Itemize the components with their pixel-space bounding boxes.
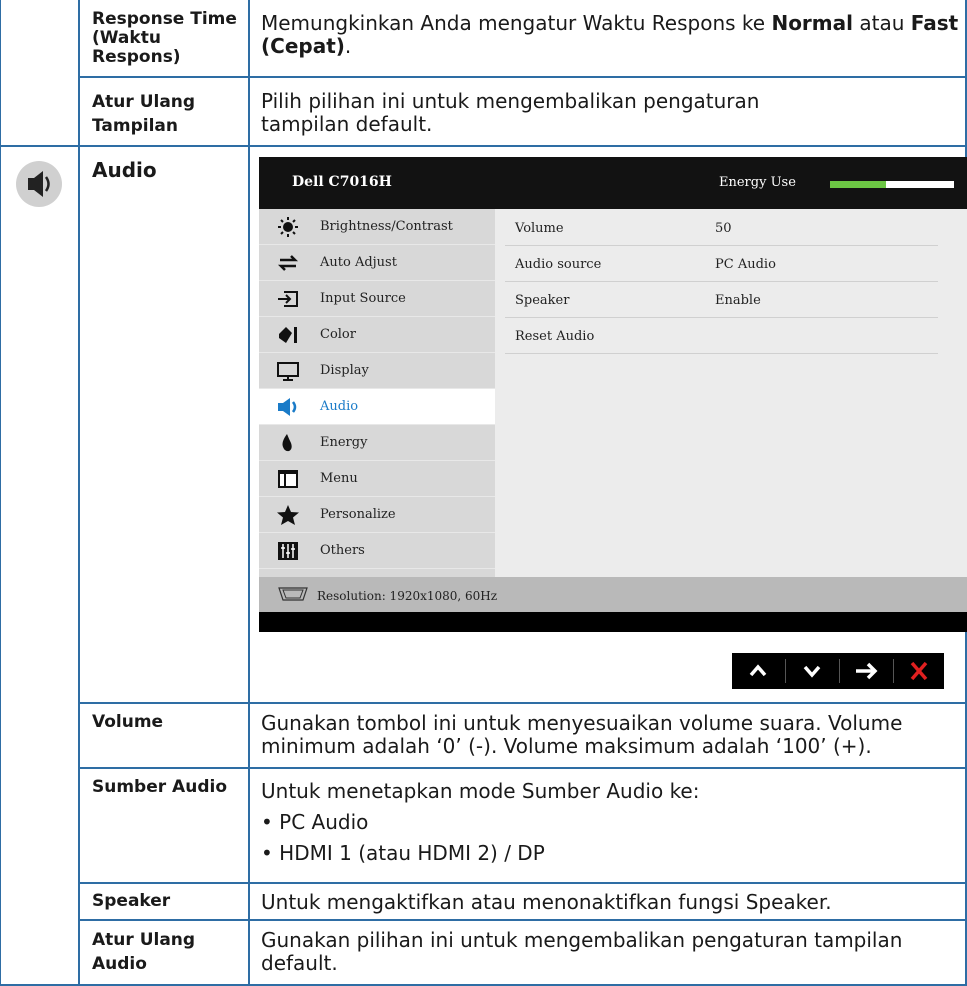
audio-label: Audio <box>92 158 157 182</box>
menu-item-label: Display <box>320 363 369 378</box>
exit-button[interactable] <box>894 653 947 689</box>
reset-audio-label: Atur Ulang Audio <box>92 930 196 974</box>
menu-icon <box>278 470 298 488</box>
osd-title: Dell C7016H <box>292 174 392 190</box>
speaker-icon <box>28 171 50 197</box>
setting-value: Enable <box>715 293 761 308</box>
setting-value: PC Audio <box>715 257 776 272</box>
menu-item-label: Menu <box>320 471 358 486</box>
osd-nav-buttons <box>732 653 944 689</box>
setting-row-reset-audio[interactable]: Reset Audio <box>505 317 938 354</box>
menu-item-label: Others <box>320 543 365 558</box>
menu-item-color[interactable]: Color <box>259 317 495 353</box>
audio-section-icon <box>16 161 62 207</box>
osd-menu: Dell C7016H Energy Use Brightness/Contra… <box>259 157 967 632</box>
audio-source-label: Sumber Audio <box>92 777 227 797</box>
menu-item-label: Energy <box>320 435 368 450</box>
up-icon <box>749 664 767 677</box>
response-time-label: Response Time (Waktu Respons) <box>92 9 237 67</box>
menu-item-label: Input Source <box>320 291 406 306</box>
select-button[interactable] <box>840 653 893 689</box>
setting-name: Audio source <box>515 257 602 272</box>
input-source-icon <box>278 291 298 307</box>
speaker-description: Untuk mengaktifkan atau menonaktifkan fu… <box>261 890 832 914</box>
up-button[interactable] <box>732 653 785 689</box>
resolution-text: Resolution: 1920x1080, 60Hz <box>317 589 498 603</box>
down-button[interactable] <box>786 653 839 689</box>
menu-item-label: Audio <box>320 399 359 414</box>
menu-item-others[interactable]: Others <box>259 533 495 569</box>
color-icon <box>279 327 297 343</box>
menu-item-brightness-contrast[interactable]: Brightness/Contrast <box>259 209 495 245</box>
menu-item-auto-adjust[interactable]: Auto Adjust <box>259 245 495 281</box>
speaker-label: Speaker <box>92 891 171 911</box>
reset-display-description: Pilih pilihan ini untuk mengembalikan pe… <box>261 89 760 136</box>
menu-item-audio[interactable]: Audio <box>259 389 495 425</box>
volume-description: Gunakan tombol ini untuk menyesuaikan vo… <box>261 711 903 758</box>
audio-source-description: Untuk menetapkan mode Sumber Audio ke: •… <box>261 776 961 869</box>
setting-value: 50 <box>715 221 732 236</box>
menu-item-energy[interactable]: Energy <box>259 425 495 461</box>
others-icon <box>278 542 298 560</box>
close-icon <box>910 661 928 681</box>
menu-item-label: Personalize <box>320 507 396 522</box>
setting-row-audio-source[interactable]: Audio source PC Audio <box>505 245 938 282</box>
menu-item-input-source[interactable]: Input Source <box>259 281 495 317</box>
setting-name: Reset Audio <box>515 329 595 344</box>
menu-item-label: Brightness/Contrast <box>320 219 453 234</box>
star-icon <box>277 505 299 525</box>
osd-status-bar: Resolution: 1920x1080, 60Hz <box>259 577 967 612</box>
setting-row-volume[interactable]: Volume 50 <box>505 209 938 246</box>
menu-item-label: Color <box>320 327 356 342</box>
energy-use-bar <box>830 181 954 188</box>
auto-adjust-icon <box>277 255 299 271</box>
osd-header: Dell C7016H Energy Use <box>259 157 967 209</box>
bullet-item: • HDMI 1 (atau HDMI 2) / DP <box>261 841 545 865</box>
volume-label: Volume <box>92 712 164 732</box>
menu-item-label: Auto Adjust <box>320 255 397 270</box>
audio-source-intro: Untuk menetapkan mode Sumber Audio ke: <box>261 779 700 803</box>
right-arrow-icon <box>856 662 878 680</box>
display-icon <box>277 362 299 381</box>
energy-icon <box>282 434 292 452</box>
energy-use-fill <box>830 181 886 188</box>
audio-icon <box>278 398 297 416</box>
setting-name: Volume <box>515 221 564 236</box>
osd-submenu-panel: Volume 50 Audio source PC Audio Speaker … <box>495 209 967 577</box>
reset-display-label: Atur Ulang Tampilan <box>92 92 196 136</box>
brightness-icon <box>278 217 298 237</box>
menu-item-display[interactable]: Display <box>259 353 495 389</box>
osd-main-menu: Brightness/Contrast Auto Adjust Input So… <box>259 209 495 577</box>
setting-row-speaker[interactable]: Speaker Enable <box>505 281 938 318</box>
menu-item-personalize[interactable]: Personalize <box>259 497 495 533</box>
reset-audio-description: Gunakan pilihan ini untuk mengembalikan … <box>261 928 903 975</box>
energy-use-label: Energy Use <box>719 175 796 190</box>
bullet-item: • PC Audio <box>261 810 369 834</box>
vga-connector-icon <box>278 587 308 601</box>
menu-item-menu[interactable]: Menu <box>259 461 495 497</box>
down-icon <box>803 665 821 678</box>
response-time-description: Memungkinkan Anda mengatur Waktu Respons… <box>261 11 959 58</box>
setting-name: Speaker <box>515 293 570 308</box>
